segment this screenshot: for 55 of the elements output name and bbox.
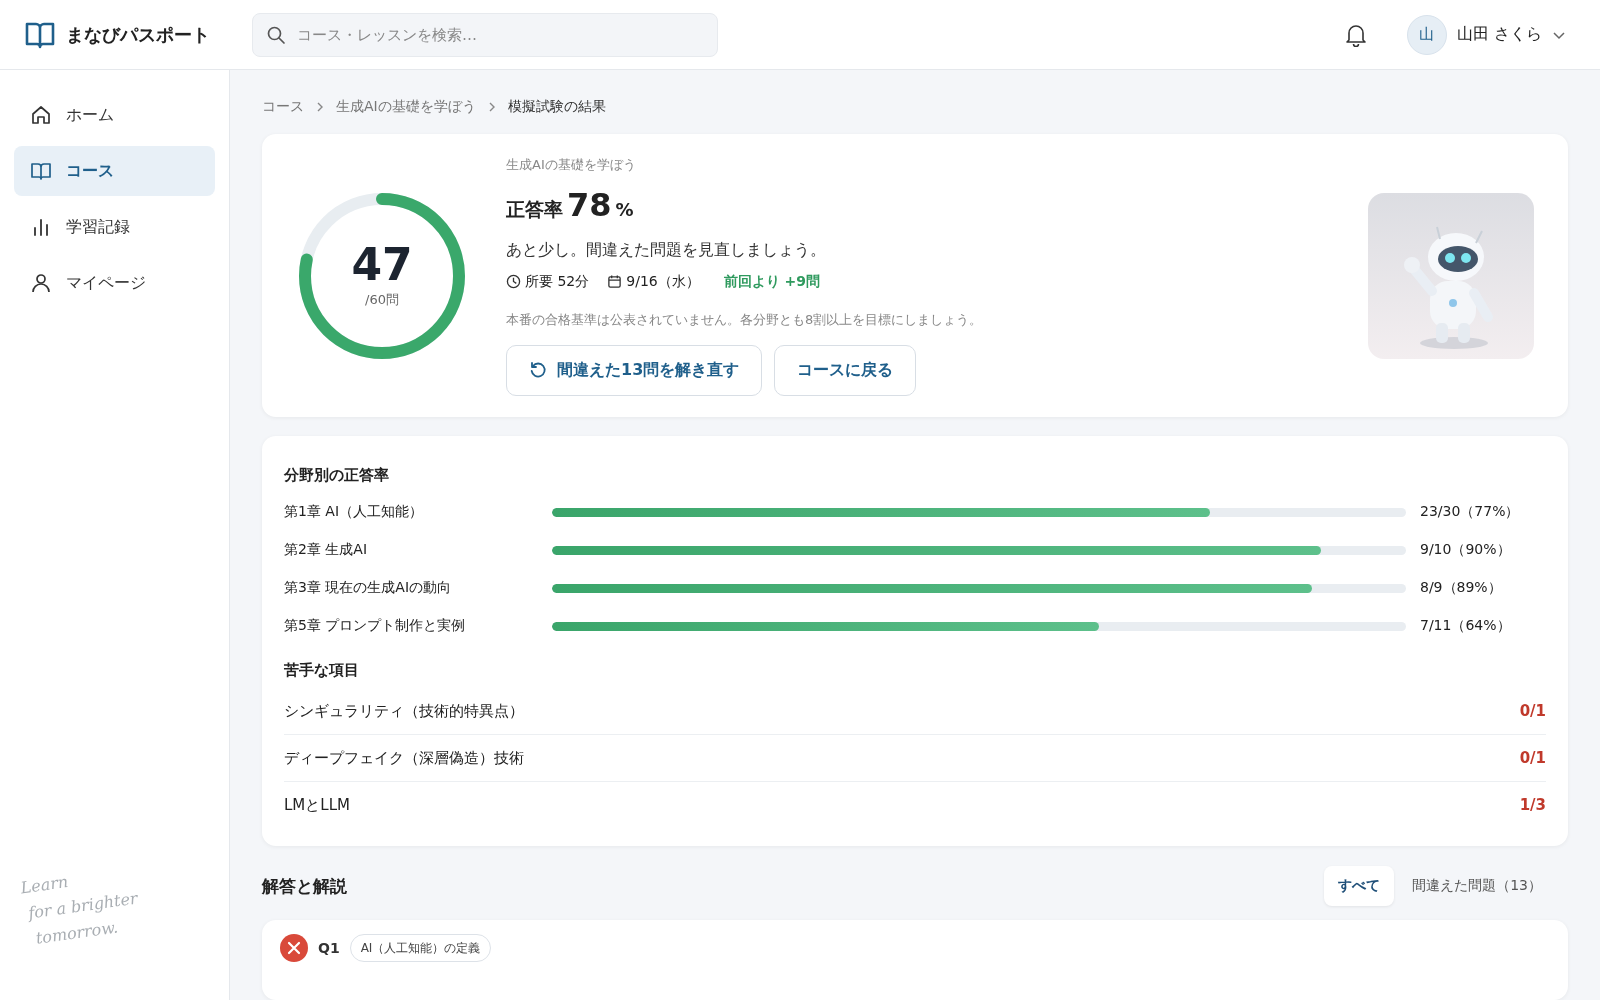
tagline: Learn for a brighter tomorrow. [18, 870, 140, 950]
breadcrumb-link[interactable]: 生成AIの基礎を学ぼう [336, 98, 476, 117]
sidebar-item[interactable]: 学習記録 [14, 202, 215, 252]
rate-unit: % [615, 198, 634, 220]
score-total: /60問 [365, 290, 399, 309]
weak-topic: シンギュラリティ（技術的特異点） [284, 701, 524, 721]
rate-label: 正答率 [506, 196, 563, 222]
field-label: 第1章 AI（人工知能） [284, 503, 425, 521]
weak-score: 1/3 [1519, 796, 1546, 814]
filter-tab[interactable]: 間違えた問題（13） [1398, 866, 1556, 906]
book-icon [30, 160, 52, 182]
user-icon [30, 272, 52, 294]
breadcrumb-link[interactable]: コース [262, 98, 304, 117]
chevron-right-icon [487, 101, 496, 114]
weak-topic: LMとLLM [284, 795, 350, 815]
section-title: 解答と解説 [262, 874, 347, 898]
retry-button[interactable]: 間違えた13問を解き直す [506, 344, 763, 396]
note-text: 本番の合格基準は公表されていません。各分野とも8割以上を目標にしましょう。 [506, 310, 983, 329]
chevron-down-icon[interactable] [1552, 29, 1566, 40]
back-button[interactable]: コースに戻る [774, 344, 917, 396]
score-value: 47 [351, 242, 413, 287]
question-number: Q1 [318, 939, 340, 958]
result-message: あと少し。間違えた問題を見直しましょう。 [506, 239, 826, 261]
field-label: 第3章 現在の生成AIの動向 [284, 579, 453, 597]
field-score: 23/30（77%） [1419, 503, 1521, 521]
duration: 所要 52分 [525, 272, 590, 291]
user-avatar[interactable]: 山 [1406, 14, 1447, 55]
clock-icon [506, 274, 521, 290]
app-logo[interactable]: まなびパスポート [66, 22, 210, 47]
notification-bell-icon[interactable] [1344, 22, 1367, 47]
field-score: 8/9（89%） [1419, 579, 1503, 597]
home-icon [30, 104, 52, 126]
field-score: 7/11（64%） [1419, 617, 1512, 635]
field-score: 9/10（90%） [1419, 541, 1512, 559]
chevron-right-icon [316, 101, 324, 114]
search-icon [266, 24, 286, 45]
search-field[interactable]: コース・レッスンを検索… [252, 12, 718, 57]
sidebar-item[interactable]: ホーム [14, 90, 215, 140]
sidebar-item[interactable]: マイページ [14, 258, 215, 308]
exam-date: 9/16（水） [626, 272, 700, 291]
sidebar-item[interactable]: コース [14, 146, 215, 196]
score-delta: 前回より +9問 [723, 272, 821, 291]
user-name[interactable]: 山田 さくら [1456, 24, 1542, 45]
rate-value: 78 [567, 185, 612, 224]
calendar-icon [607, 274, 623, 290]
section-title: 分野別の正答率 [284, 466, 390, 485]
filter-tab[interactable]: すべて [1324, 866, 1395, 906]
weak-score: 0/1 [1519, 702, 1546, 720]
weak-topic: ディープフェイク（深層偽造）技術 [284, 748, 524, 768]
field-label: 第2章 生成AI [284, 541, 369, 559]
weak-score: 0/1 [1519, 749, 1546, 767]
course-name: 生成AIの基礎を学ぼう [506, 155, 636, 174]
field-label: 第5章 プロンプト制作と実例 [284, 617, 467, 635]
retry-icon [529, 361, 547, 380]
section-title: 苦手な項目 [284, 661, 360, 680]
